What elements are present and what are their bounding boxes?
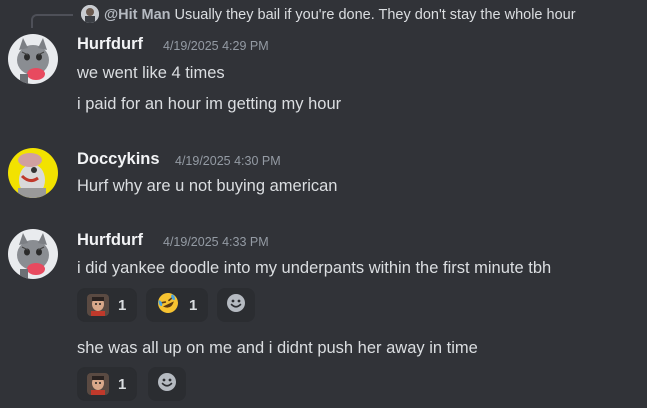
message-text: i paid for an hour im getting my hour xyxy=(77,95,342,113)
message-timestamp: 4/19/2025 4:30 PM xyxy=(175,154,281,168)
custom-face-emoji-icon xyxy=(87,294,109,316)
reaction-count: 1 xyxy=(189,296,198,314)
smile-plus-icon xyxy=(156,371,178,398)
add-reaction-button[interactable] xyxy=(148,367,186,401)
message-author[interactable]: Hurfdurf xyxy=(77,230,143,250)
message-text: Hurf why are u not buying american xyxy=(77,177,338,195)
smile-plus-icon xyxy=(225,292,247,319)
chat-log: @Hit Man Usually they bail if you're done… xyxy=(0,0,647,408)
reply-content: Usually they bail if you're done. They d… xyxy=(174,7,576,23)
message-timestamp: 4/19/2025 4:29 PM xyxy=(163,39,269,53)
reaction-button[interactable]: 1 xyxy=(146,288,209,322)
message-author[interactable]: Doccykins xyxy=(77,149,160,169)
avatar[interactable] xyxy=(8,229,58,279)
reply-author-avatar[interactable] xyxy=(81,5,99,23)
avatar[interactable] xyxy=(8,148,58,198)
rofl-emoji-icon xyxy=(156,291,180,320)
message-timestamp: 4/19/2025 4:33 PM xyxy=(163,235,269,249)
reaction-count: 1 xyxy=(118,296,127,314)
reply-preview[interactable]: @Hit Man Usually they bail if you're done… xyxy=(104,6,576,24)
message-text: she was all up on me and i didnt push he… xyxy=(77,339,478,357)
add-reaction-button[interactable] xyxy=(217,288,255,322)
message-text: we went like 4 times xyxy=(77,64,225,82)
message-text: i did yankee doodle into my underpants w… xyxy=(77,259,552,277)
message-author[interactable]: Hurfdurf xyxy=(77,34,143,54)
reply-author-name[interactable]: @Hit Man xyxy=(104,7,171,23)
reaction-button[interactable]: 1 xyxy=(77,288,138,322)
reaction-button[interactable]: 1 xyxy=(77,367,138,401)
reply-connector xyxy=(31,14,73,28)
reaction-count: 1 xyxy=(118,375,127,393)
custom-face-emoji-icon xyxy=(87,373,109,395)
avatar[interactable] xyxy=(8,34,58,84)
